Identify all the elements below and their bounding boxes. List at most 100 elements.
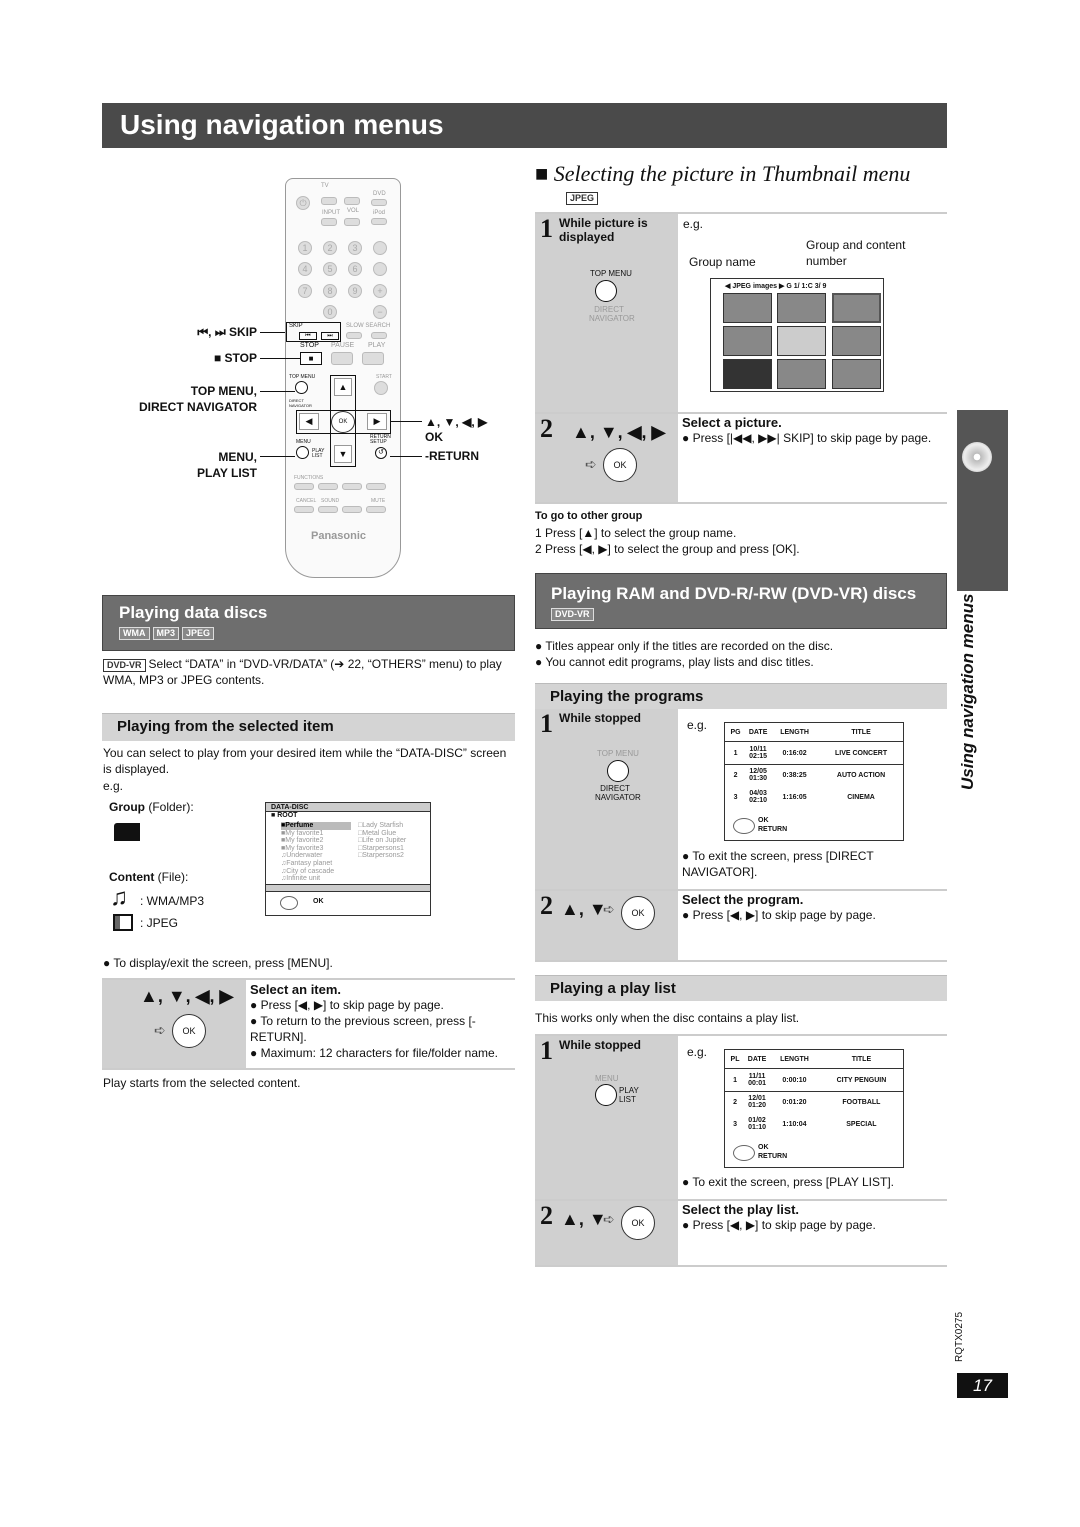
- num-button: 9: [348, 284, 362, 298]
- playlist-screen: PL DATE LENGTH TITLE 1 11/11 00:01 0:00:10 CITY…: [724, 1049, 904, 1168]
- folder-item: ■My favorite1: [281, 829, 324, 837]
- num-button: 5: [323, 262, 337, 276]
- document-code: RQTX0275: [954, 1311, 965, 1362]
- data-disc-screen: DATA-DISC ■ ROOT ■Perfume ■My favorite1 …: [265, 802, 431, 916]
- table-cell: 0:38:25: [782, 771, 807, 779]
- remote-stop-label: STOP: [300, 342, 319, 349]
- thumbnail-image: [723, 293, 772, 323]
- label-stop: ■ STOP: [150, 350, 257, 366]
- ok-button-illustration: OK: [172, 1014, 206, 1048]
- exit-note: ● To exit the screen, press [PLAY LIST].: [682, 1175, 895, 1189]
- table-cell: CINEMA: [847, 793, 875, 801]
- remote-tv-label: TV: [321, 183, 329, 189]
- left-arrow-icon: ◀: [299, 413, 319, 430]
- playlist-intro: This works only when the disc contains a…: [535, 1011, 800, 1025]
- table-cell: 10/11 02:15: [749, 746, 768, 760]
- step-number: 2: [540, 891, 553, 920]
- table-row: 2 12/05 01:30 0:38:25 AUTO ACTION: [725, 764, 903, 786]
- direct-navigator-button-illustration: [607, 760, 629, 782]
- other-group-step: 1 Press [▲] to select the group name.: [535, 526, 737, 540]
- down-arrow-icon: ▼: [334, 445, 352, 463]
- remote-btn: [371, 218, 387, 225]
- folder-icon: [114, 823, 140, 841]
- thumbnail-step-1: 1 While picture is displayed TOP MENU DI…: [535, 212, 947, 414]
- remote-btn: [344, 218, 360, 226]
- table-cell: 04/03 02:10: [749, 790, 768, 804]
- track-item: ♫City of cascade: [281, 867, 335, 875]
- screen-table: PL DATE LENGTH TITLE 1 11/11 00:01 0:00:10 CITY…: [724, 1050, 904, 1135]
- sound-label: SOUND: [321, 498, 340, 504]
- track-item: ♫Fantasy planet: [281, 859, 333, 867]
- start-button: [374, 381, 388, 395]
- programs-step-2: 2 ▲, ▼ ➪ OK Select the program. ● Press …: [535, 891, 947, 962]
- badge-wma: WMA: [119, 627, 150, 640]
- dpad-icon: [733, 1145, 755, 1161]
- selected-item-intro: You can select to play from your desired…: [103, 746, 507, 776]
- screen-root: ■ ROOT: [271, 812, 298, 819]
- remote-topmenu-label: TOP MENU: [289, 374, 316, 380]
- remote-start-label: START: [376, 374, 392, 380]
- folder-item: ■My favorite2: [281, 837, 324, 845]
- other-group-title: To go to other group: [535, 510, 643, 522]
- step-text: While picture is displayed: [559, 216, 648, 244]
- num-button: 8: [323, 284, 337, 298]
- dpad-icon: [280, 896, 298, 910]
- table-cell: 0:00:10: [782, 1076, 807, 1084]
- arrow-keys-label: ▲, ▼: [561, 1209, 607, 1229]
- eg-label: e.g.: [103, 779, 124, 793]
- programs-screen: PG DATE LENGTH TITLE 1 10/11 02:15 0:16:02 LIVE…: [724, 722, 904, 841]
- root-label: ROOT: [277, 812, 298, 819]
- music-note-icon: ♫: [110, 884, 128, 911]
- step-number: 1: [540, 214, 553, 243]
- remote-menu-label: MENU: [296, 439, 311, 445]
- menu-note: ● To display/exit the screen, press [MEN…: [103, 956, 333, 970]
- table-row: 3 01/02 01:10 1:10:04 SPECIAL: [725, 1113, 903, 1135]
- eg-label: e.g.: [687, 1045, 708, 1059]
- thumbnail-image: [723, 326, 772, 356]
- step-title: Select the program.: [682, 892, 804, 907]
- thumbnail-image: [723, 359, 772, 389]
- step-title: Select a picture.: [682, 415, 782, 430]
- play-starts-note: Play starts from the selected content.: [103, 1076, 301, 1090]
- square-bullet-icon: ■: [535, 161, 554, 186]
- jpeg-item: □Metal Glue: [358, 829, 397, 837]
- menu-button: [296, 446, 309, 459]
- track-item: ♫Underwater: [281, 852, 323, 860]
- return-icon: ↺: [375, 447, 387, 459]
- step-number: 1: [540, 709, 553, 738]
- select-item-step: ▲, ▼, ◀, ▶ ➪ OK Select an item. ● Press …: [102, 978, 515, 1070]
- column-header: LENGTH: [780, 1056, 809, 1063]
- direct-navigator-label: DIRECT NAVIGATOR: [589, 305, 635, 323]
- ram-title: Playing RAM and DVD-R/-RW (DVD-VR) discs: [551, 584, 917, 603]
- thumbnail-image: [777, 293, 826, 323]
- up-arrow-icon: ▲: [334, 378, 352, 396]
- thumbnail-image: [777, 326, 826, 356]
- table-cell: 11/11 00:01: [748, 1073, 767, 1087]
- label-skip: ⏮, ⏭ SKIP: [150, 324, 257, 340]
- column-header: DATE: [748, 729, 768, 736]
- table-cell: CITY PENGUIN: [836, 1076, 887, 1084]
- badge-mp3: MP3: [152, 627, 180, 640]
- remote-btn: [371, 332, 387, 339]
- disc-icon: [962, 442, 992, 472]
- num-button: 4: [298, 262, 312, 276]
- dvdvr-note-text: Select “DATA” in “DVD-VR/DATA” (➔ 22, “O…: [103, 657, 502, 687]
- num-button: 0: [323, 305, 337, 319]
- ok-button-illustration: OK: [621, 1206, 655, 1240]
- skip-highlight: SKIP ⏮ ⏭: [286, 322, 341, 342]
- jpeg-item: □Starpersons1: [358, 844, 404, 852]
- return-label: -RETURN: [425, 449, 479, 463]
- thumbnail-step-2: 2 ▲, ▼, ◀, ▶ ➪ OK Select a picture. ● Pr…: [535, 414, 947, 504]
- remote-btn: [373, 241, 387, 255]
- pause-button: [331, 352, 353, 365]
- return-label: RETURN: [758, 1153, 788, 1160]
- playlist-header: Playing a play list: [535, 975, 947, 1001]
- badge-jpeg: JPEG: [566, 192, 599, 205]
- dpad-icon: [733, 818, 755, 834]
- remote-btn: [321, 218, 337, 226]
- content-paren: (File):: [157, 870, 189, 884]
- remote-btn: [318, 506, 338, 513]
- remote-btn: [321, 197, 337, 205]
- play-button: [362, 352, 384, 365]
- thumbnail-image: [777, 359, 826, 389]
